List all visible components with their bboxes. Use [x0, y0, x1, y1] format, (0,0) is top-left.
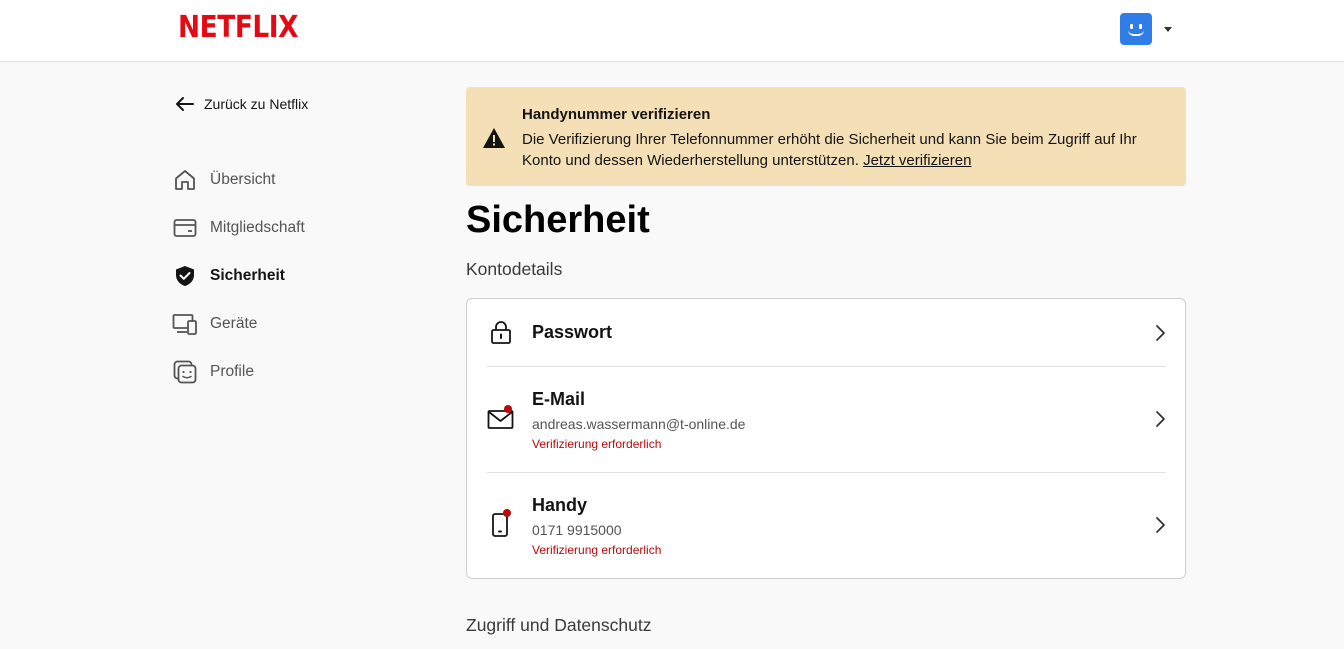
- shield-check-icon: [172, 263, 198, 289]
- alert-dot: [504, 405, 512, 413]
- sidebar-item-devices[interactable]: Geräte: [172, 311, 257, 337]
- back-label: Zurück zu Netflix: [204, 96, 309, 112]
- email-row[interactable]: E-Mail andreas.wassermann@t-online.de Ve…: [487, 367, 1166, 472]
- warning-icon: [482, 127, 506, 154]
- banner-message: Die Verifizierung Ihrer Telefonnummer er…: [522, 131, 1137, 169]
- avatar-eye-left: [1130, 24, 1133, 29]
- profiles-icon: [172, 359, 198, 385]
- sidebar-item-label: Geräte: [210, 315, 258, 332]
- sidebar-item-label: Sicherheit: [210, 267, 285, 284]
- card-icon: [172, 215, 198, 241]
- phone-row[interactable]: Handy 0171 9915000 Verifizierung erforde…: [487, 473, 1166, 579]
- home-icon: [172, 167, 198, 193]
- phone-verification-status: Verifizierung erforderlich: [532, 543, 662, 557]
- avatar-mouth: [1128, 30, 1144, 36]
- top-header: NETFLIX: [0, 0, 1344, 62]
- email-verification-status: Verifizierung erforderlich: [532, 437, 662, 451]
- mail-icon: [487, 405, 515, 436]
- page-title: Sicherheit: [466, 199, 650, 241]
- chevron-right-icon: [1154, 324, 1166, 347]
- verify-phone-banner: Handynummer verifizieren Die Verifizieru…: [466, 87, 1186, 186]
- chevron-right-icon: [1154, 410, 1166, 433]
- devices-icon: [172, 311, 198, 337]
- sidebar-item-label: Übersicht: [210, 171, 276, 188]
- sidebar-item-label: Mitgliedschaft: [210, 219, 305, 236]
- netflix-logo[interactable]: NETFLIX: [178, 10, 299, 45]
- account-details-heading: Kontodetails: [466, 259, 563, 279]
- password-title: Passwort: [532, 322, 613, 342]
- email-title: E-Mail: [532, 389, 586, 409]
- alert-dot: [503, 509, 511, 517]
- account-details-card: Passwort E-Mail andreas.wassermann@t-onl…: [466, 298, 1186, 579]
- sidebar-item-profiles[interactable]: Profile: [172, 359, 254, 385]
- verify-now-link[interactable]: Jetzt verifizieren: [863, 152, 971, 169]
- sidebar-item-label: Profile: [210, 363, 254, 380]
- caret-down-icon[interactable]: [1164, 27, 1172, 32]
- sidebar-item-security[interactable]: Sicherheit: [172, 263, 285, 289]
- banner-text: Die Verifizierung Ihrer Telefonnummer er…: [522, 129, 1172, 171]
- arrow-left-icon: [176, 97, 194, 111]
- sidebar-item-membership[interactable]: Mitgliedschaft: [172, 215, 305, 241]
- lock-icon: [487, 321, 515, 350]
- access-privacy-heading: Zugriff und Datenschutz: [466, 615, 652, 635]
- back-to-netflix-link[interactable]: Zurück zu Netflix: [174, 96, 308, 112]
- banner-title: Handynummer verifizieren: [522, 106, 711, 123]
- phone-icon: [487, 509, 515, 544]
- chevron-right-icon: [1154, 516, 1166, 539]
- email-value: andreas.wassermann@t-online.de: [532, 416, 746, 432]
- password-row[interactable]: Passwort: [487, 299, 1166, 366]
- avatar-eye-right: [1139, 24, 1142, 29]
- sidebar-item-overview[interactable]: Übersicht: [172, 167, 275, 193]
- phone-value: 0171 9915000: [532, 522, 622, 538]
- phone-title: Handy: [532, 495, 588, 515]
- profile-avatar-icon[interactable]: [1120, 13, 1152, 45]
